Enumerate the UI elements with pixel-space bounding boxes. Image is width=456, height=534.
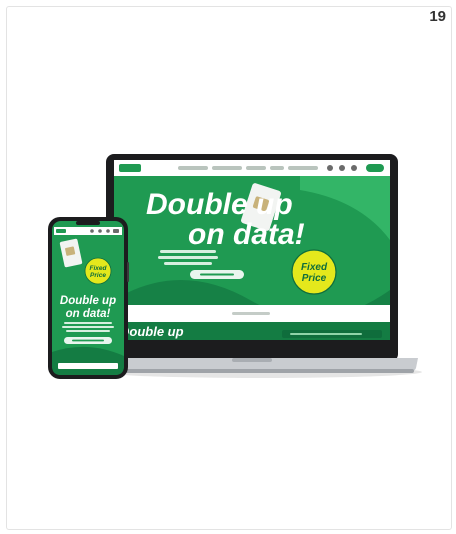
laptop-hero-copy-3 [164, 262, 212, 265]
laptop-nav-link-1 [178, 166, 208, 170]
phone-badge-line1: Fixed [90, 265, 108, 272]
laptop-nav-icon-2 [339, 165, 345, 171]
phone-fixed-price-badge: Fixed Price [84, 257, 112, 285]
phone-nav-icon-1 [90, 229, 94, 233]
laptop-nav-button [366, 164, 384, 172]
phone-cta-label [72, 339, 104, 342]
laptop-nav-link-3 [246, 166, 266, 170]
laptop-notch [232, 358, 272, 362]
laptop-badge-line1: Fixed [301, 262, 328, 273]
laptop-base-edge [92, 369, 414, 373]
phone-side-button [127, 262, 129, 282]
laptop-badge-line2: Price [302, 273, 327, 284]
device-mockup-image: Double up on data! Fixed Price Double up [0, 0, 456, 534]
phone-notch [76, 221, 100, 225]
phone-headline-line2: on data! [66, 308, 111, 320]
laptop-nav-icon-1 [327, 165, 333, 171]
laptop-hero-copy-1 [160, 250, 216, 253]
laptop-cta-label [200, 273, 234, 276]
phone-headline-line1: Double up [60, 295, 116, 307]
laptop-headline-line1: Double up [146, 188, 293, 221]
phone-nav-menu [113, 229, 119, 233]
laptop-fixed-price-badge: Fixed Price [291, 249, 337, 295]
phone-nav-icon-2 [98, 229, 102, 233]
laptop-dark-strip [114, 340, 390, 353]
laptop-bottom-panel-text [290, 333, 362, 335]
laptop-screen: Double up on data! Fixed Price Double up [114, 160, 390, 353]
phone-hero-copy-2 [62, 326, 114, 328]
phone-footer-strip [58, 363, 118, 369]
phone-hero-copy-3 [66, 330, 110, 332]
phone-hero-copy-1 [64, 322, 112, 324]
phone-badge-line2: Price [90, 272, 106, 279]
laptop-nav-link-5 [288, 166, 318, 170]
laptop-hero-copy-2 [158, 256, 218, 259]
laptop-nav-link-2 [212, 166, 242, 170]
laptop-nav-link-4 [270, 166, 284, 170]
laptop-nav-logo [119, 164, 141, 172]
laptop-nav-icon-3 [351, 165, 357, 171]
phone-nav-icon-3 [106, 229, 110, 233]
laptop-footer-headline: Double up [120, 324, 184, 339]
laptop-headline-line2: on data! [188, 218, 305, 251]
phone-nav-logo [56, 229, 66, 233]
phone-screen: Fixed Price Double up on data! [52, 221, 124, 375]
laptop-strip-text [232, 312, 270, 315]
